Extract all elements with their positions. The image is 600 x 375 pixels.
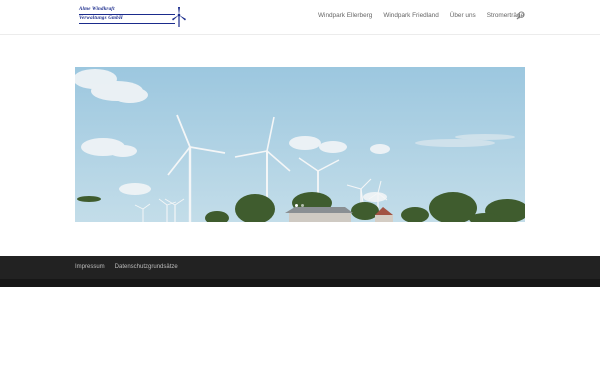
logo-rule — [79, 23, 175, 24]
logo-rule — [79, 14, 175, 15]
slide-dot-1[interactable] — [295, 204, 298, 207]
logo-line-2: Verwaltungs GmbH — [79, 15, 123, 21]
hero-slider[interactable] — [75, 67, 525, 222]
search-icon[interactable] — [516, 11, 525, 20]
main-nav: Windpark Ellerberg Windpark Friedland Üb… — [318, 12, 524, 19]
slide-dot-2[interactable] — [301, 204, 304, 207]
footer-links: Impressum Datenschutzgrundsätze — [75, 264, 178, 270]
footer-bottom-bar — [0, 279, 600, 287]
nav-windpark-friedland[interactable]: Windpark Friedland — [383, 12, 438, 19]
slider-pagination — [295, 204, 304, 207]
footer-link-impressum[interactable]: Impressum — [75, 264, 105, 270]
wind-farm-photo — [75, 67, 525, 222]
nav-ueber-uns[interactable]: Über uns — [450, 12, 476, 19]
footer-nav-bar: Impressum Datenschutzgrundsätze — [0, 256, 600, 279]
nav-windpark-ellerberg[interactable]: Windpark Ellerberg — [318, 12, 372, 19]
footer-link-datenschutz[interactable]: Datenschutzgrundsätze — [115, 264, 178, 270]
site-header: Alme Windkraft Verwaltungs GmbH Windpark… — [0, 0, 600, 35]
site-logo[interactable]: Alme Windkraft Verwaltungs GmbH — [79, 6, 187, 27]
logo-line-1: Alme Windkraft — [79, 7, 115, 12]
wind-turbine-icon — [172, 7, 186, 27]
